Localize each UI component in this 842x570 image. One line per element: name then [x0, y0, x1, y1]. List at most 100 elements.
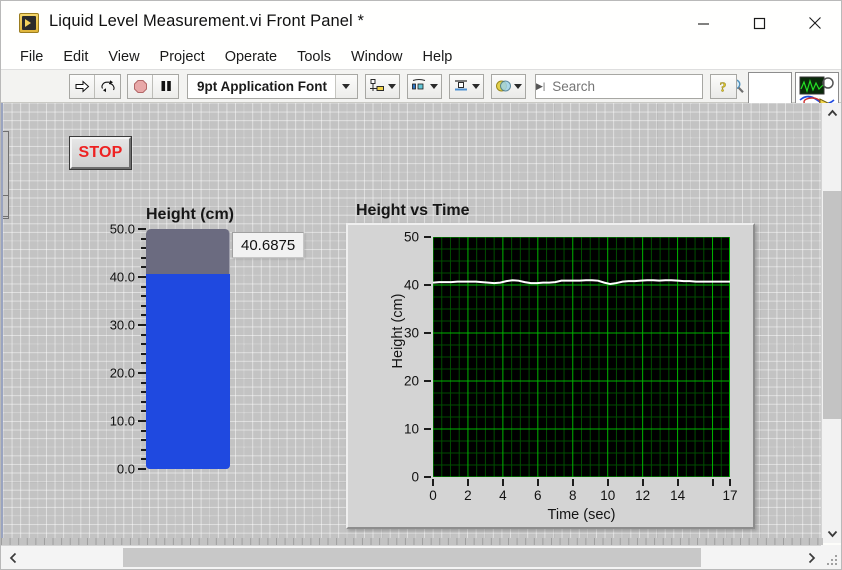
maximize-button[interactable]: [731, 1, 787, 45]
align-objects-chevron-down-icon[interactable]: [387, 83, 396, 89]
menu-item-window[interactable]: Window: [342, 47, 412, 67]
menu-item-help[interactable]: Help: [414, 47, 462, 67]
scrollbar-corner: [821, 545, 841, 569]
graph-x-tick-label: 2: [464, 488, 472, 503]
graph-x-tick-mark: [711, 479, 714, 486]
labview-vi-icon: [19, 13, 39, 33]
tank-tick-major: [138, 420, 146, 422]
graph-x-tick-mark: [432, 479, 434, 486]
search-scope-icon[interactable]: ▶|: [536, 81, 545, 92]
svg-text:?: ?: [720, 80, 727, 95]
scroll-down-icon[interactable]: [822, 523, 841, 543]
horizontal-scrollbar-thumb[interactable]: [123, 548, 701, 567]
tank-digital-display[interactable]: 40.6875: [232, 232, 305, 258]
scroll-up-icon[interactable]: [822, 103, 841, 123]
font-selector-value: 9pt Application Font: [197, 78, 327, 94]
tank-tick-major: [138, 228, 146, 230]
graph-y-tick-label: 40: [403, 277, 419, 293]
tank-gauge[interactable]: 0.0 10.0 20.0 30.0 40.0 50.0: [98, 222, 238, 477]
vertical-scrollbar-thumb[interactable]: [823, 191, 841, 419]
run-arrow-icon[interactable]: [70, 74, 95, 98]
graph-x-tick-label: 14: [670, 488, 686, 503]
graph-y-tick-mark: [424, 380, 431, 382]
distribute-objects-chevron-down-icon[interactable]: [429, 83, 438, 89]
scroll-right-icon[interactable]: [799, 546, 823, 569]
menu-item-file[interactable]: File: [11, 47, 52, 67]
execution-controls-group: [127, 73, 179, 99]
tank-tick-major: [138, 324, 146, 326]
menu-item-project[interactable]: Project: [151, 47, 214, 67]
tank-tick-major: [138, 276, 146, 278]
graph-y-tick-label: 0: [411, 469, 419, 485]
graph-y-tick-mark: [424, 236, 431, 238]
graph-y-tick-label: 10: [403, 421, 419, 437]
graph-y-tick-mark: [424, 332, 431, 334]
graph-x-tick-mark: [729, 479, 731, 486]
resize-objects-chevron-down-icon[interactable]: [471, 83, 480, 89]
graph-x-tick-label: 0: [429, 488, 437, 503]
graph-y-tick-mark: [424, 476, 431, 478]
close-button[interactable]: [787, 1, 841, 45]
menu-item-tools[interactable]: Tools: [288, 47, 340, 67]
tank-body: [146, 229, 230, 469]
graph-y-tick-label: 30: [403, 325, 419, 341]
graph-y-tick-mark: [424, 284, 431, 286]
graph-y-tick-mark: [424, 428, 431, 430]
menu-item-edit[interactable]: Edit: [54, 47, 97, 67]
context-help-button[interactable]: ?: [709, 73, 737, 99]
graph-x-tick-label: 17: [722, 488, 738, 503]
title-bar: Liquid Level Measurement.vi Front Panel …: [1, 1, 841, 45]
tank-tick-label: 10.0: [109, 413, 135, 429]
graph-x-tick-label: 4: [499, 488, 507, 503]
height-vs-time-graph[interactable]: Height (cm) Time (sec) 0 10 20 30 40 50 02468…: [346, 223, 755, 529]
graph-title: Height vs Time: [356, 202, 470, 219]
horizontal-scrollbar[interactable]: [1, 545, 823, 569]
labview-front-panel-window: Liquid Level Measurement.vi Front Panel …: [0, 0, 842, 570]
tank-tick-label: 20.0: [109, 365, 135, 381]
align-objects-button[interactable]: [364, 73, 400, 99]
graph-x-tick-mark: [571, 479, 574, 486]
graph-series-line: [433, 279, 730, 286]
graph-x-tick-mark: [676, 479, 679, 486]
graph-x-tick-mark: [606, 479, 609, 486]
distribute-objects-button[interactable]: [406, 73, 442, 99]
graph-x-tick-mark: [466, 479, 469, 486]
graph-x-tick-label: 12: [635, 488, 651, 503]
tank-fill: [146, 273, 230, 469]
pause-icon[interactable]: [153, 74, 178, 98]
tank-tick-major: [138, 468, 146, 470]
graph-x-tick-label: 6: [534, 488, 542, 503]
tank-tick-label: 30.0: [109, 317, 135, 333]
tank-label: Height (cm): [146, 206, 234, 223]
run-continuously-icon[interactable]: [95, 74, 120, 98]
graph-x-tick-mark: [501, 479, 504, 486]
resize-grip-icon[interactable]: [825, 553, 839, 567]
tank-scale: 0.0 10.0 20.0 30.0 40.0 50.0: [98, 222, 146, 477]
font-selector-chevron-down-icon[interactable]: [334, 74, 357, 98]
tank-tick-major: [138, 372, 146, 374]
graph-y-tick-label: 50: [403, 229, 419, 245]
search-box[interactable]: ▶|: [534, 73, 745, 99]
tank-tick-label: 40.0: [109, 269, 135, 285]
vertical-scrollbar[interactable]: [821, 103, 841, 543]
toolbar: 9pt Application Font ▶| Search ?: [1, 70, 841, 116]
graph-trace: [433, 279, 730, 286]
search-input[interactable]: [545, 78, 730, 94]
menu-item-view[interactable]: View: [99, 47, 148, 67]
reorder-button[interactable]: [490, 73, 526, 99]
menu-item-operate[interactable]: Operate: [216, 47, 286, 67]
scroll-left-icon[interactable]: [1, 546, 25, 569]
stop-button[interactable]: STOP: [69, 136, 132, 170]
graph-x-tick-label: 10: [600, 488, 616, 503]
window-controls: [675, 1, 841, 45]
resize-objects-button[interactable]: [448, 73, 484, 99]
font-selector[interactable]: 9pt Application Font: [187, 73, 358, 99]
panel-bottom-strip: [1, 538, 823, 545]
window-title: Liquid Level Measurement.vi Front Panel …: [49, 12, 365, 30]
minimize-button[interactable]: [675, 1, 731, 45]
abort-execution-icon[interactable]: [128, 74, 153, 98]
menu-bar: File Edit View Project Operate Tools Win…: [1, 45, 841, 70]
reorder-chevron-down-icon[interactable]: [513, 83, 522, 89]
graph-x-axis-label: Time (sec): [547, 507, 616, 523]
clipped-control-left-edge-lower: [3, 195, 9, 217]
